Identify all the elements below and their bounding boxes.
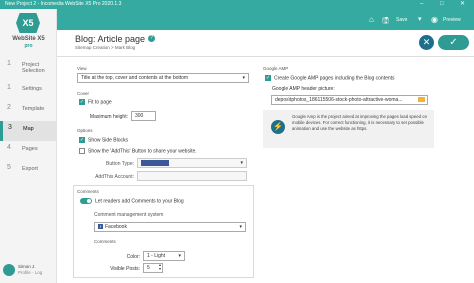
fit-to-page-checkbox[interactable]: ✓ Fit to page [79, 99, 112, 105]
comment-system-select[interactable]: f Facebook ▾ [94, 222, 246, 232]
checkbox-unchecked [79, 148, 85, 154]
save-dropdown-icon[interactable]: ▾ [418, 15, 422, 23]
facebook-like-icon [141, 160, 169, 166]
step-project-selection[interactable]: 1 Project Selection [0, 57, 57, 81]
step-settings[interactable]: 1 Settings [0, 81, 57, 101]
show-addthis-checkbox[interactable]: Show the 'AddThis' Button to share your … [79, 148, 197, 154]
sidebar: X5 WebSite X5 pro 1 Project Selection 1 … [0, 9, 57, 283]
visible-posts-label: Visible Posts: [110, 266, 140, 272]
chevron-down-icon: ▾ [242, 75, 245, 81]
page-title: Blog: Article page [75, 34, 146, 44]
cancel-button[interactable]: ✕ [419, 35, 434, 50]
cover-section-title: Cover [77, 91, 90, 96]
lightning-icon: ⚡ [271, 120, 285, 134]
color-select[interactable]: 1 - Light ▾ [143, 251, 185, 261]
comment-system-label: Comment management system [94, 212, 164, 218]
step-number: 1 [7, 60, 11, 67]
step-label: Map [23, 126, 34, 132]
color-label: Color: [126, 254, 140, 260]
step-list: 1 Project Selection 1 Settings 2 Templat… [0, 57, 57, 181]
facebook-icon: f [98, 224, 103, 229]
amp-header-value: depos\tphotos_186115506-stock-photo-attr… [275, 97, 403, 103]
toggle-switch [80, 198, 92, 204]
create-amp-label: Create Google AMP pages including the Bl… [274, 75, 395, 82]
button-type-select: ▾ [137, 158, 247, 168]
breadcrumb: Sitemap Creation > Mark Blog [75, 45, 136, 50]
step-label: Project Selection [22, 62, 45, 74]
user-name: Simon J. [18, 264, 36, 269]
toolbar: ⌂ ▾ 🖫 Save ▾ ◉ Preview [57, 9, 474, 30]
amp-header-label: Google AMP header picture: [272, 86, 335, 92]
comments-sub-title: Comments [94, 239, 116, 244]
brand-name: WebSite X5 [12, 36, 45, 42]
home-icon[interactable]: ⌂ [369, 15, 374, 24]
chevron-down-icon: ▾ [239, 224, 242, 230]
maximize-button[interactable]: □ [440, 0, 444, 9]
comment-system-value: Facebook [105, 224, 127, 230]
step-number: 5 [7, 164, 11, 171]
show-side-blocks-label: Show Side Blocks [88, 137, 129, 144]
max-height-label: Maximum height: [89, 114, 128, 120]
close-window-button[interactable]: ✕ [460, 0, 465, 9]
addthis-account-input [137, 171, 247, 181]
user-links: Profile · Log [18, 270, 43, 275]
save-icon[interactable]: 🖫 [382, 15, 389, 29]
visible-posts-input[interactable]: 5 ▴ ▾ [143, 263, 163, 273]
avatar [3, 264, 15, 276]
view-layout-select[interactable]: Title at the top, cover and contents at … [77, 73, 249, 83]
fit-to-page-label: Fit to page [88, 99, 112, 106]
comments-toggle-label: Let readers add Comments to your Blog [95, 198, 184, 205]
brand-edition: pro [24, 43, 33, 49]
step-pages[interactable]: 4 Pages [0, 141, 57, 161]
help-icon[interactable]: ? [148, 35, 155, 42]
amp-info-box: ⚡ Google Amp is the project aimed at imp… [263, 110, 434, 148]
stepper-arrows-icon[interactable]: ▴ ▾ [159, 263, 161, 271]
amp-header-input[interactable]: depos\tphotos_186115506-stock-photo-attr… [271, 95, 428, 105]
show-addthis-label: Show the 'AddThis' Button to share your … [88, 148, 197, 155]
logo-icon: X5 [16, 13, 40, 33]
step-number: 2 [7, 104, 11, 111]
step-template[interactable]: 2 Template [0, 101, 57, 121]
step-label: Settings [22, 86, 42, 92]
options-section-title: Options [77, 128, 93, 133]
step-number: 4 [7, 144, 11, 151]
check-icon: ✓ [79, 99, 85, 105]
folder-icon[interactable] [418, 97, 425, 102]
amp-info-text: Google Amp is the project aimed at impro… [292, 114, 427, 131]
step-number: 3 [8, 124, 12, 131]
check-icon: ✓ [79, 137, 85, 143]
comments-section-title: Comments [77, 189, 99, 194]
step-label: Template [22, 106, 45, 112]
step-label: Export [22, 166, 38, 172]
minimize-button[interactable]: – [420, 0, 423, 9]
step-export[interactable]: 5 Export [0, 161, 57, 181]
view-section-title: View [77, 66, 87, 71]
step-label: Pages [22, 146, 38, 152]
show-side-blocks-checkbox[interactable]: ✓ Show Side Blocks [79, 137, 128, 143]
window-title: New Project 2 - Incomedia WebSite X5 Pro… [5, 1, 122, 7]
check-icon: ✓ [265, 75, 271, 81]
title-bar: New Project 2 - Incomedia WebSite X5 Pro… [0, 0, 474, 9]
step-map[interactable]: 3 Map [0, 121, 57, 141]
addthis-account-label: AddThis Account: [95, 174, 134, 180]
ok-button[interactable]: ✓ [438, 35, 469, 50]
chevron-down-icon: ▾ [240, 160, 243, 166]
amp-section-title: Google AMP [263, 66, 289, 71]
visible-posts-value: 5 [147, 265, 150, 271]
view-layout-value: Title at the top, cover and contents at … [81, 75, 189, 81]
page-header: Blog: Article page ? Sitemap Creation > … [57, 30, 474, 57]
max-height-input[interactable]: 300 [131, 111, 156, 121]
button-type-label: Button Type: [106, 161, 134, 167]
preview-button[interactable]: Preview [443, 17, 461, 23]
comments-toggle[interactable]: Let readers add Comments to your Blog [80, 198, 184, 204]
save-button[interactable]: Save [396, 17, 407, 23]
create-amp-checkbox[interactable]: ✓ Create Google AMP pages including the B… [265, 75, 395, 81]
preview-icon[interactable]: ◉ [431, 15, 438, 24]
step-number: 1 [7, 84, 11, 91]
chevron-down-icon: ▾ [178, 253, 181, 259]
color-value: 1 - Light [147, 253, 166, 259]
